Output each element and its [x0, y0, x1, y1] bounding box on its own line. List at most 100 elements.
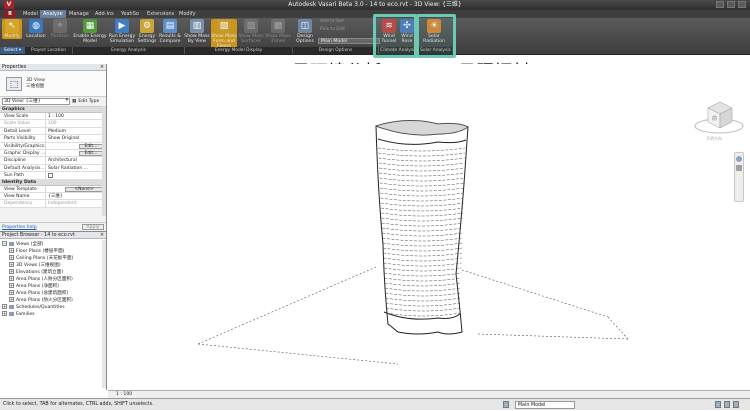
tab-manage[interactable]: Manage — [66, 10, 92, 18]
tree-node-families[interactable]: + Families — [0, 311, 106, 318]
property-row[interactable]: Sun Path — [0, 172, 106, 180]
sun-path-checkbox[interactable] — [48, 173, 53, 179]
steering-wheel-icon[interactable] — [736, 156, 742, 162]
selection-icon[interactable] — [724, 401, 730, 408]
building-model-drawing — [197, 120, 629, 365]
results-compare-button[interactable]: ▤ Results & Compare — [158, 19, 182, 44]
project-browser-header: Project Browser - 14 to eco.rvt × — [0, 232, 106, 239]
design-options-button[interactable]: ◫ Design Options — [294, 19, 316, 44]
view-scale[interactable]: 1 : 100 — [116, 392, 132, 397]
view-template-button[interactable]: <None> — [65, 186, 103, 192]
expand-icon[interactable]: + — [9, 283, 14, 288]
energy-settings-icon: ⚙ — [140, 19, 154, 33]
expand-icon[interactable]: + — [9, 269, 14, 274]
show-mass-zones-button[interactable]: ▩ Show Mass Zones — [265, 19, 291, 44]
property-row[interactable]: View Scale 1 : 100 — [0, 113, 106, 121]
select-panel-label[interactable]: Select ▾ — [0, 47, 24, 54]
show-mass-form-floors-button[interactable]: ▧ Show Mass Form and Floors — [211, 19, 237, 49]
view-cube[interactable]: 前 不明方向 — [694, 94, 744, 144]
property-row: Dependency Independent — [0, 200, 106, 208]
property-row[interactable]: Detail Level Medium — [0, 127, 106, 136]
property-row[interactable]: Discipline Architectural — [0, 157, 106, 165]
tab-model[interactable]: Model — [20, 10, 41, 18]
close-window-button[interactable] — [738, 1, 746, 8]
minimize-button[interactable] — [716, 1, 724, 8]
tree-node[interactable]: + Area Plans (防火分区面积) — [0, 297, 106, 304]
3d-view-canvas[interactable]: 前 不明方向 — [108, 64, 750, 390]
property-row[interactable]: Parts Visibility Show Original — [0, 135, 106, 143]
graphic-display-edit-button[interactable]: Edit... — [79, 150, 103, 156]
add-to-set-button[interactable]: Add to Set — [320, 19, 343, 25]
position-button[interactable]: ⌖ Position — [49, 19, 71, 39]
tree-node[interactable]: + Floor Plans (楼层平面) — [0, 248, 106, 255]
tree-node-schedules[interactable]: + Schedules/Quantities — [0, 304, 106, 311]
enable-energy-model-button[interactable]: ▦ Enable Energy Model — [73, 19, 107, 44]
expand-icon[interactable]: + — [2, 311, 7, 316]
tree-node[interactable]: + Area Plans (人防分区面积) — [0, 276, 106, 283]
properties-help-link[interactable]: Properties help — [2, 225, 37, 230]
property-row[interactable]: View Name {三维} — [0, 192, 106, 201]
property-row[interactable]: View Template <None> — [0, 185, 106, 193]
tab-analyze[interactable]: Analyze — [40, 10, 66, 18]
modify-button[interactable]: ↖ Modify — [2, 19, 22, 39]
expand-icon[interactable]: + — [2, 304, 7, 309]
window-title: Autodesk Vasari Beta 3.0 - 14 to eco.rvt… — [288, 1, 462, 8]
expand-icon[interactable]: + — [9, 255, 14, 260]
mass-form-floors-icon: ▧ — [217, 19, 231, 33]
location-button[interactable]: ◍ Location — [25, 19, 47, 39]
status-bar: Click to select, TAB for alternates, CTR… — [0, 398, 750, 410]
show-mass-by-view-button[interactable]: ▥ Show Mass By View — [184, 19, 210, 44]
arrow-cursor-icon: ↖ — [5, 19, 19, 33]
close-icon[interactable]: × — [100, 232, 104, 239]
expand-icon[interactable]: + — [9, 290, 14, 295]
tree-node-views[interactable]: − Views (全部) — [0, 241, 106, 248]
close-icon[interactable]: × — [100, 64, 104, 71]
tree-node[interactable]: +3D Views (三维视图) — [0, 262, 106, 269]
tab-modify[interactable]: Modify — [176, 10, 199, 18]
zoom-icon[interactable] — [736, 165, 742, 171]
type-subname: 三维视图 — [26, 83, 45, 89]
position-icon: ⌖ — [53, 19, 67, 33]
tab-extensions[interactable]: Extensions — [144, 10, 177, 18]
tree-node[interactable]: + Ceiling Plans (天花板平面) — [0, 255, 106, 262]
visibility-edit-button[interactable]: Edit... — [79, 143, 103, 149]
collapse-icon[interactable]: − — [2, 241, 7, 246]
property-row[interactable]: Visibility/Graphics... Edit... — [0, 142, 106, 150]
expand-icon[interactable]: + — [9, 297, 14, 302]
expand-icon[interactable]: + — [9, 248, 14, 253]
property-row[interactable]: Graphic Display ... Edit... — [0, 149, 106, 158]
maximize-button[interactable] — [727, 1, 735, 8]
property-row: Scale Value 100 — [0, 120, 106, 128]
tree-node[interactable]: + Elevations (建筑立面) — [0, 269, 106, 276]
tree-node[interactable]: + Area Plans (总建筑面积) — [0, 290, 106, 297]
project-location-panel-label: Project Location — [24, 47, 72, 54]
title-bar: V Autodesk Vasari Beta 3.0 - 14 to eco.r… — [0, 0, 750, 10]
show-mass-surfaces-button[interactable]: ▨ Show Mass Surfaces — [238, 19, 264, 44]
expand-icon[interactable]: + — [9, 262, 14, 267]
instance-selector[interactable]: 3D View: {三维} — [2, 98, 70, 105]
apply-button[interactable]: Apply — [82, 224, 104, 230]
edit-type-icon[interactable]: ▦ — [72, 99, 76, 104]
design-options-icon: ◫ — [298, 19, 312, 33]
energy-settings-button[interactable]: ⚙ Energy Settings — [137, 19, 157, 44]
main-model-dropdown[interactable]: Main Model — [318, 38, 380, 44]
filter-icon[interactable] — [715, 401, 721, 408]
worksets-icon[interactable] — [503, 401, 509, 408]
mass-zones-icon: ▩ — [271, 19, 285, 33]
link-icon[interactable] — [733, 401, 739, 408]
application-menu-button[interactable]: R — [4, 11, 16, 18]
tab-add-ins[interactable]: Add-Ins — [92, 10, 117, 18]
energy-model-display-panel-label: Energy Model Display — [184, 47, 292, 54]
properties-scrollbar[interactable] — [102, 106, 106, 216]
status-model-dropdown[interactable]: Main Model — [515, 401, 575, 409]
window-controls — [716, 1, 746, 8]
expand-icon[interactable]: + — [9, 276, 14, 281]
run-energy-simulation-button[interactable]: ▶ Run Energy Simulation — [108, 19, 136, 44]
navigation-bar[interactable] — [734, 152, 744, 202]
property-row[interactable]: Default Analysis ... Solar Radiation ... — [0, 164, 106, 173]
tab-yeahso[interactable]: YeahSo — [118, 10, 142, 18]
tree-node[interactable]: + Area Plans (净面积) — [0, 283, 106, 290]
pick-to-edit-button[interactable]: Pick to Edit — [320, 27, 345, 33]
browser-scrollbar[interactable] — [102, 240, 106, 388]
edit-type-button[interactable]: Edit Type — [78, 99, 99, 104]
